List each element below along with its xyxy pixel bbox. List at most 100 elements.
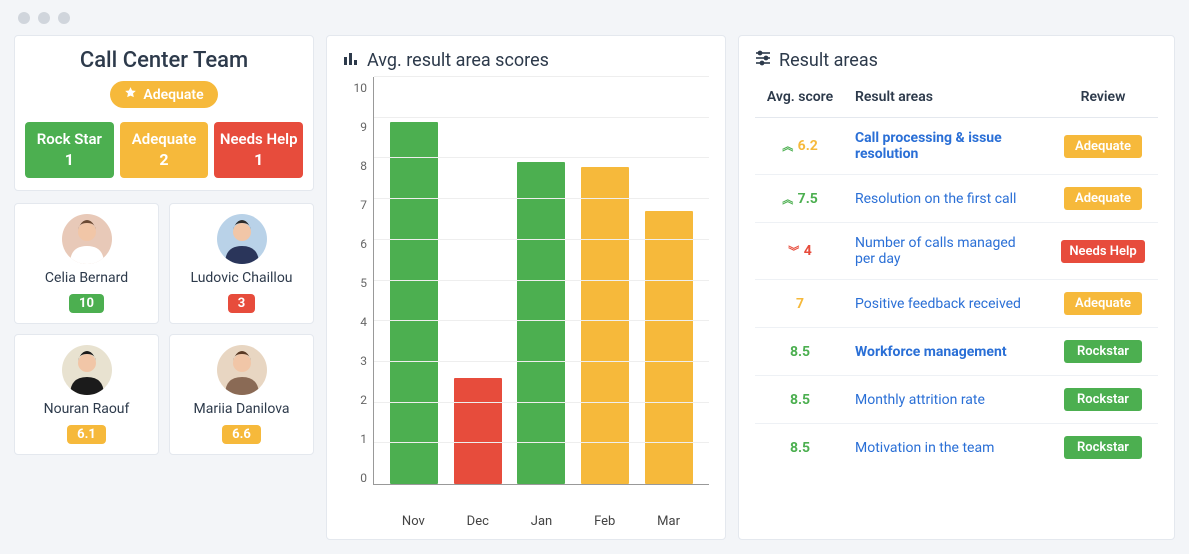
row-area: Workforce management [845, 328, 1048, 376]
row-review: Rockstar [1048, 376, 1158, 424]
y-tick: 9 [343, 120, 367, 134]
chart-title: Avg. result area scores [367, 50, 549, 71]
review-badge[interactable]: Rockstar [1064, 388, 1142, 411]
member-score-badge: 6.1 [67, 425, 106, 444]
review-badge[interactable]: Adequate [1064, 292, 1142, 315]
chart-title-row: Avg. result area scores [343, 50, 709, 71]
member-name: Ludovic Chaillou [176, 270, 307, 286]
y-tick: 5 [343, 276, 367, 290]
chart-bar[interactable] [517, 162, 565, 484]
member-name: Nouran Raouf [21, 401, 152, 417]
result-area-link[interactable]: Resolution on the first call [855, 191, 1016, 207]
table-row: 8.5 Monthly attrition rate Rockstar [755, 376, 1158, 424]
team-members-grid: Celia Bernard10Ludovic Chaillou3Nouran R… [14, 203, 314, 455]
team-summary-card: Call Center Team Adequate Rock Star1Adeq… [14, 35, 314, 191]
member-name: Mariia Danilova [176, 401, 307, 417]
trend-down-icon: ︾ [788, 246, 797, 257]
table-row: 8.5Workforce managementRockstar [755, 328, 1158, 376]
member-card[interactable]: Nouran Raouf 6.1 [14, 334, 159, 455]
summary-box[interactable]: Needs Help1 [214, 122, 303, 178]
row-score: 8.5 [755, 424, 845, 472]
avatar [62, 345, 112, 395]
row-score: ︽ 6.2 [755, 118, 845, 175]
window-dot [38, 12, 50, 24]
y-tick: 4 [343, 315, 367, 329]
chart-y-axis: 109876543210 [343, 77, 373, 507]
row-score: 8.5 [755, 376, 845, 424]
chart-x-axis: NovDecJanFebMar [373, 514, 709, 529]
summary-box[interactable]: Adequate2 [120, 122, 209, 178]
grid-line [374, 361, 709, 362]
grid-line [374, 442, 709, 443]
review-badge[interactable]: Rockstar [1064, 436, 1142, 459]
member-score-badge: 10 [69, 294, 104, 313]
result-areas-title: Result areas [779, 50, 878, 71]
team-status-pill[interactable]: Adequate [110, 81, 217, 108]
result-area-link[interactable]: Workforce management [855, 344, 1007, 360]
summary-box[interactable]: Rock Star1 [25, 122, 114, 178]
summary-label: Rock Star [37, 130, 102, 148]
chart-plot [373, 77, 709, 485]
result-areas-title-row: Result areas [755, 50, 1158, 71]
table-header-review: Review [1048, 77, 1158, 118]
chart-bar[interactable] [454, 378, 502, 484]
bar-chart-icon [343, 50, 359, 71]
member-card[interactable]: Mariia Danilova6.6 [169, 334, 314, 455]
chart-bars [374, 77, 709, 484]
summary-label: Needs Help [220, 130, 298, 148]
window-dot [18, 12, 30, 24]
review-badge[interactable]: Rockstar [1064, 340, 1142, 363]
grid-line [374, 76, 709, 77]
table-row: 8.5 Motivation in the team Rockstar [755, 424, 1158, 472]
grid-line [374, 198, 709, 199]
row-area: Resolution on the first call [845, 175, 1048, 223]
row-review: Adequate [1048, 280, 1158, 328]
result-area-link[interactable]: Monthly attrition rate [855, 392, 985, 408]
chart-area: 109876543210 NovDecJanFebMar [343, 77, 709, 529]
team-status-label: Adequate [143, 87, 203, 103]
result-areas-card: Result areas Avg. score Result areas Rev… [738, 35, 1175, 540]
result-area-link[interactable]: Positive feedback received [855, 296, 1021, 312]
avatar [217, 345, 267, 395]
result-area-link[interactable]: Motivation in the team [855, 440, 994, 456]
row-review: Adequate [1048, 175, 1158, 223]
result-area-link[interactable]: Number of calls managed per day [855, 235, 1016, 267]
table-row: ︾ 4Number of calls managed per dayNeeds … [755, 223, 1158, 280]
y-tick: 7 [343, 198, 367, 212]
row-area: Motivation in the team [845, 424, 1048, 472]
chart-bar[interactable] [581, 167, 629, 484]
left-column: Call Center Team Adequate Rock Star1Adeq… [14, 35, 314, 540]
grid-line [374, 320, 709, 321]
grid-line [374, 239, 709, 240]
result-area-link[interactable]: Call processing & issue resolution [855, 130, 1002, 162]
row-area: Number of calls managed per day [845, 223, 1048, 280]
star-icon [124, 86, 137, 103]
trend-up-icon: ︽ [782, 194, 791, 205]
y-tick: 0 [343, 471, 367, 485]
row-area: Call processing & issue resolution [845, 118, 1048, 175]
review-badge[interactable]: Adequate [1064, 187, 1142, 210]
chart-card: Avg. result area scores 109876543210 Nov… [326, 35, 726, 540]
trend-up-icon: ︽ [782, 141, 791, 152]
x-tick: Jan [531, 514, 552, 529]
row-review: Needs Help [1048, 223, 1158, 280]
member-card[interactable]: Ludovic Chaillou3 [169, 203, 314, 324]
row-review: Adequate [1048, 118, 1158, 175]
main-container: Call Center Team Adequate Rock Star1Adeq… [0, 35, 1189, 554]
review-badge[interactable]: Needs Help [1061, 240, 1144, 263]
table-row: ︽ 6.2 Call processing & issue resolution A… [755, 118, 1158, 175]
member-card[interactable]: Celia Bernard10 [14, 203, 159, 324]
grid-line [374, 402, 709, 403]
row-area: Monthly attrition rate [845, 376, 1048, 424]
chart-bar[interactable] [390, 122, 438, 484]
row-review: Rockstar [1048, 328, 1158, 376]
sliders-icon [755, 50, 771, 71]
review-badge[interactable]: Adequate [1064, 135, 1142, 158]
team-summary-row: Rock Star1Adequate2Needs Help1 [25, 122, 303, 178]
y-tick: 6 [343, 237, 367, 251]
y-tick: 2 [343, 393, 367, 407]
x-tick: Nov [402, 514, 425, 529]
row-score: ︽ 7.5 [755, 175, 845, 223]
summary-label: Adequate [132, 130, 197, 148]
y-tick: 8 [343, 159, 367, 173]
